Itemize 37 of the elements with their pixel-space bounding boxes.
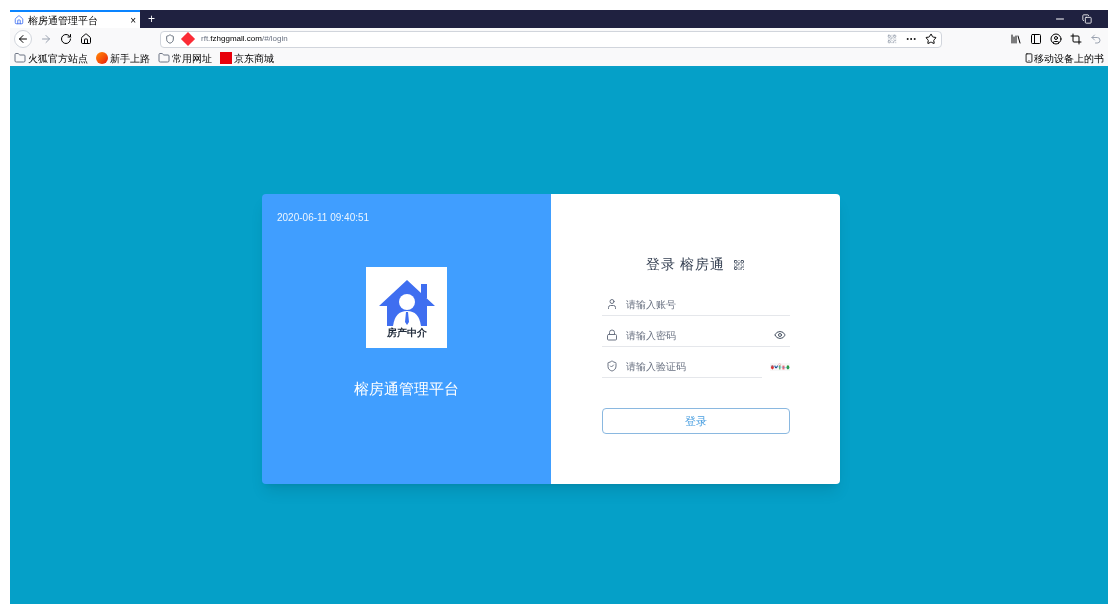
sidebar-icon[interactable] bbox=[1030, 33, 1042, 45]
home-icon[interactable] bbox=[80, 33, 92, 45]
library-icon[interactable] bbox=[1010, 33, 1022, 45]
show-password-icon[interactable] bbox=[773, 329, 786, 341]
platform-name: 榕房通管理平台 bbox=[354, 379, 459, 399]
logo-caption: 房产中介 bbox=[386, 327, 427, 338]
bookmark-link[interactable]: 常用网址 bbox=[172, 50, 212, 66]
back-icon bbox=[17, 33, 29, 45]
address-bar[interactable]: rft.fzhggmall.com/#/login bbox=[160, 30, 942, 48]
bookmark-link[interactable]: 新手上路 bbox=[110, 50, 150, 66]
back-button[interactable] bbox=[14, 30, 32, 48]
bookmark-link[interactable]: 移动设备上的书 bbox=[1034, 50, 1104, 66]
folder-icon bbox=[158, 52, 170, 64]
browser-tab[interactable]: 榕房通管理平台 × bbox=[10, 10, 140, 28]
bookmark-star-icon[interactable] bbox=[925, 33, 937, 45]
shield-icon bbox=[605, 360, 618, 372]
phone-icon bbox=[1024, 53, 1034, 63]
bookmark-link[interactable]: 京东商城 bbox=[234, 50, 274, 66]
bookmark-link[interactable]: 火狐官方站点 bbox=[28, 50, 88, 66]
qr-code-icon[interactable] bbox=[732, 258, 745, 271]
reload-icon[interactable] bbox=[60, 33, 72, 45]
close-icon[interactable]: × bbox=[130, 12, 136, 28]
user-icon bbox=[605, 298, 618, 310]
login-heading: 登录 榕房通 bbox=[646, 255, 725, 274]
home-icon bbox=[14, 15, 24, 25]
store-logo-icon bbox=[220, 52, 232, 64]
tab-title: 榕房通管理平台 bbox=[28, 13, 98, 28]
shield-icon bbox=[165, 34, 175, 44]
folder-icon bbox=[14, 52, 26, 64]
restore-icon[interactable] bbox=[1082, 14, 1092, 24]
crop-icon[interactable] bbox=[1070, 33, 1082, 45]
new-tab-button[interactable]: + bbox=[140, 10, 163, 28]
browser-logo-icon bbox=[96, 52, 108, 64]
url-text: rft.fzhggmall.com/#/login bbox=[201, 33, 288, 45]
account-icon[interactable] bbox=[1050, 33, 1062, 45]
timestamp: 2020-06-11 09:40:51 bbox=[277, 211, 370, 225]
lock-icon bbox=[605, 329, 618, 341]
